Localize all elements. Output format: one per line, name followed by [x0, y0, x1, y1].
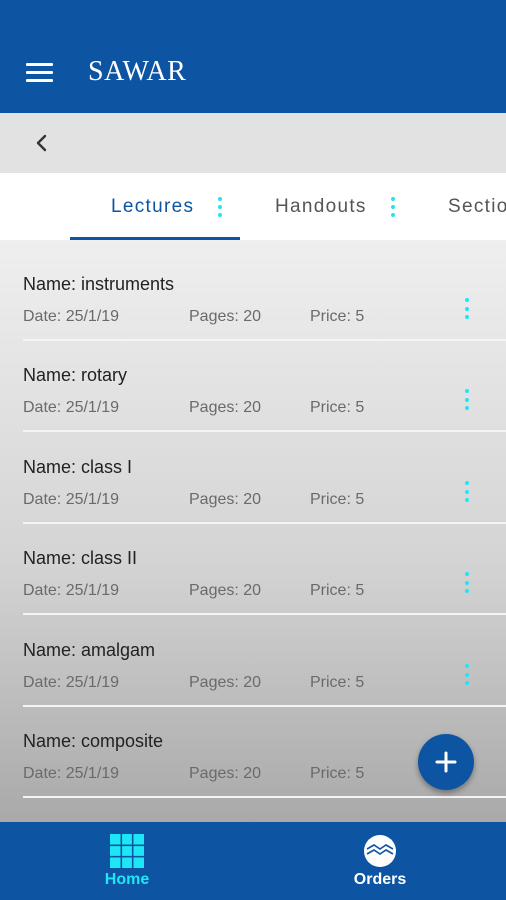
- lecture-price: Price: 5: [310, 765, 365, 782]
- tab-bar: Lectures Handouts Sections: [0, 173, 506, 240]
- lecture-date: Date: 25/1/19: [23, 308, 120, 325]
- tab-lectures[interactable]: Lectures: [111, 173, 223, 240]
- lecture-date: Date: 25/1/19: [23, 399, 120, 416]
- toolbar: [0, 113, 506, 173]
- nav-home-label: Home: [104, 871, 150, 888]
- lecture-date: Date: 25/1/19: [23, 674, 120, 691]
- lecture-price: Price: 5: [310, 491, 365, 508]
- lecture-name: Name: instruments: [23, 274, 175, 294]
- add-button[interactable]: [418, 734, 474, 790]
- lecture-list[interactable]: Name: instruments Date: 25/1/19 Pages: 2…: [0, 240, 506, 822]
- lecture-name: Name: class I: [23, 457, 133, 477]
- more-vertical-icon[interactable]: [465, 389, 469, 410]
- list-item[interactable]: Name: amalgam Date: 25/1/19 Pages: 20 Pr…: [0, 606, 506, 707]
- lecture-pages: Pages: 20: [189, 399, 262, 416]
- app-title: SAWAR: [88, 56, 187, 87]
- more-vertical-icon[interactable]: [218, 196, 223, 217]
- lecture-price: Price: 5: [310, 399, 365, 416]
- more-vertical-icon[interactable]: [465, 481, 469, 502]
- tab-sections[interactable]: Sections: [448, 173, 506, 240]
- lecture-pages: Pages: 20: [189, 491, 262, 508]
- more-vertical-icon[interactable]: [465, 664, 469, 685]
- more-vertical-icon[interactable]: [390, 196, 395, 217]
- lecture-pages: Pages: 20: [189, 674, 262, 691]
- lecture-pages: Pages: 20: [189, 308, 262, 325]
- divider: [23, 796, 506, 798]
- lecture-price: Price: 5: [310, 582, 365, 599]
- grid-icon: [110, 834, 144, 868]
- list-item[interactable]: Name: class I Date: 25/1/19 Pages: 20 Pr…: [0, 423, 506, 524]
- plus-icon: [435, 751, 457, 773]
- menu-icon[interactable]: [26, 63, 53, 83]
- tab-label: Handouts: [275, 195, 367, 217]
- lecture-date: Date: 25/1/19: [23, 491, 120, 508]
- lecture-pages: Pages: 20: [189, 582, 262, 599]
- tab-label: Sections: [448, 195, 506, 217]
- nav-orders[interactable]: Orders: [310, 822, 450, 900]
- tab-label: Lectures: [111, 195, 195, 217]
- list-item[interactable]: Name: class II Date: 25/1/19 Pages: 20 P…: [0, 514, 506, 615]
- list-item[interactable]: Name: rotary Date: 25/1/19 Pages: 20 Pri…: [0, 331, 506, 432]
- lecture-date: Date: 25/1/19: [23, 582, 120, 599]
- more-vertical-icon[interactable]: [465, 298, 469, 319]
- lecture-price: Price: 5: [310, 308, 365, 325]
- orders-icon: [364, 835, 396, 867]
- lecture-price: Price: 5: [310, 674, 365, 691]
- list-item[interactable]: Name: instruments Date: 25/1/19 Pages: 2…: [0, 240, 506, 341]
- tab-handouts[interactable]: Handouts: [275, 173, 395, 240]
- lecture-date: Date: 25/1/19: [23, 765, 120, 782]
- chevron-left-icon: [36, 134, 47, 152]
- lecture-name: Name: composite: [23, 731, 164, 751]
- nav-home[interactable]: Home: [57, 822, 197, 900]
- app-bar: SAWAR: [0, 0, 506, 113]
- nav-orders-label: Orders: [353, 871, 407, 888]
- back-button[interactable]: [28, 129, 56, 157]
- lecture-pages: Pages: 20: [189, 765, 262, 782]
- lecture-name: Name: amalgam: [23, 640, 156, 660]
- lecture-name: Name: class II: [23, 548, 138, 568]
- more-vertical-icon[interactable]: [465, 572, 469, 593]
- lecture-name: Name: rotary: [23, 365, 128, 385]
- bottom-navigation: Home Orders: [0, 822, 506, 900]
